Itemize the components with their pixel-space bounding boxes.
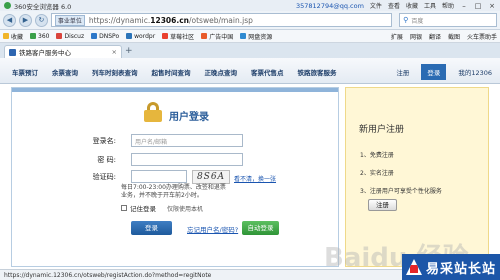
star-icon xyxy=(3,33,9,39)
logo-icon xyxy=(406,259,422,275)
bookmark-item[interactable]: 360 xyxy=(30,33,49,40)
captcha-label: 验证码: xyxy=(92,173,116,181)
login-button[interactable]: 登录 xyxy=(131,221,172,235)
screenshot-button[interactable]: 截图 xyxy=(448,32,460,41)
bookmark-item[interactable]: wordpr xyxy=(126,33,155,40)
captcha-field[interactable] xyxy=(131,170,187,183)
nav-delay-query[interactable]: 正晚点查询 xyxy=(205,67,238,77)
remember-checkbox[interactable] xyxy=(121,205,127,211)
remember-label: 记住登录 xyxy=(130,205,156,213)
search-icon: ⚲ xyxy=(403,16,409,24)
captcha-refresh-link[interactable]: 看不清，换一张 xyxy=(234,174,276,183)
search-input[interactable]: ⚲ 百度 xyxy=(399,13,497,27)
bookmark-icon xyxy=(126,33,133,39)
menu-view[interactable]: 查看 xyxy=(388,1,400,10)
list-item: 3、注册用户可享受个性化服务 xyxy=(360,188,442,195)
maximize-icon[interactable]: □ xyxy=(474,2,482,10)
tab-bar: 铁路客户服务中心 × + xyxy=(0,43,500,58)
bookmark-icon xyxy=(91,33,98,39)
nav-agent-points[interactable]: 客票代售点 xyxy=(251,67,284,77)
window-title: 360安全浏览器 6.0 xyxy=(14,2,72,11)
account-link[interactable]: 357812794@qq.com xyxy=(296,2,364,10)
nav-sale-time[interactable]: 起售时间查询 xyxy=(152,67,191,77)
forgot-password-link[interactable]: 忘记用户名/密码? xyxy=(187,224,238,234)
minimize-icon[interactable]: – xyxy=(460,2,468,10)
password-label: 密 码: xyxy=(97,156,116,164)
address-toolbar: ◀ ▶ ↻ 事业单位 https://dynamic.12306.cn/otsw… xyxy=(0,11,500,30)
logo-text: 易采站长站 xyxy=(426,261,497,277)
username-field[interactable]: 用户名/邮箱 xyxy=(131,134,243,147)
train-ticket-helper-button[interactable]: 火车票助手 xyxy=(467,32,497,41)
tab-railway-service[interactable]: 铁路客户服务中心 × xyxy=(4,45,122,58)
menu-tools[interactable]: 工具 xyxy=(424,1,436,10)
online-banking-button[interactable]: 网银 xyxy=(410,32,422,41)
nav-passenger-service[interactable]: 铁路旅客服务 xyxy=(298,67,337,77)
bookmark-item[interactable]: DNSPo xyxy=(91,33,119,40)
remember-login[interactable]: 记住登录 仅限使用本机 xyxy=(121,203,203,213)
username-label: 登录名: xyxy=(92,137,116,145)
nav-login[interactable]: 登录 xyxy=(421,64,447,80)
status-url: https://dynamic.12306.cn/otsweb/registAc… xyxy=(4,271,212,279)
bookmark-icon xyxy=(30,33,37,39)
translate-button[interactable]: 翻译 xyxy=(429,32,441,41)
refresh-button[interactable]: ↻ xyxy=(34,13,48,27)
back-button[interactable]: ◀ xyxy=(3,13,16,27)
register-button[interactable]: 注册 xyxy=(368,199,397,211)
bookmark-icon xyxy=(162,33,169,39)
forward-button[interactable]: ▶ xyxy=(18,13,32,27)
bookmark-item[interactable]: Discuz xyxy=(56,33,84,40)
bookmark-icon xyxy=(56,33,63,39)
tab-title: 铁路客户服务中心 xyxy=(19,49,71,57)
list-item: 1、免费注册 xyxy=(360,152,394,159)
menu-favorites[interactable]: 收藏 xyxy=(406,1,418,10)
auto-login-button[interactable]: 自动登录 xyxy=(242,221,279,235)
bookmark-icon xyxy=(201,33,208,39)
browser-logo-icon xyxy=(4,2,11,9)
address-input[interactable]: 事业单位 https://dynamic.12306.cn/otsweb/mai… xyxy=(50,13,393,27)
password-field[interactable] xyxy=(131,153,243,166)
search-placeholder: 百度 xyxy=(411,17,424,25)
favicon-icon xyxy=(9,48,16,56)
bookmarks-bar: 收藏 360 Discuz DNSPo wordpr 草莓社区 广告中国 网盘资… xyxy=(0,30,500,43)
remember-note: 仅限使用本机 xyxy=(167,205,204,213)
menu-help[interactable]: 帮助 xyxy=(442,1,454,10)
lock-icon xyxy=(143,102,163,122)
close-window-icon[interactable]: × xyxy=(488,2,496,10)
menu-file[interactable]: 文件 xyxy=(370,1,382,10)
page-content: 车票预订 余票查询 列车时刻表查询 起售时间查询 正晚点查询 客票代售点 铁路旅… xyxy=(0,58,500,269)
url-text: https://dynamic.12306.cn/otsweb/main.jsp xyxy=(88,15,253,25)
bookmark-item[interactable]: 收藏 xyxy=(3,32,23,41)
list-item: 2、实名注册 xyxy=(360,170,394,177)
captcha-image[interactable]: 8S6A xyxy=(192,170,230,184)
login-title: 用户登录 xyxy=(169,112,209,123)
nav-timetable[interactable]: 列车时刻表查询 xyxy=(92,67,138,77)
bookmark-icon xyxy=(240,33,247,39)
bookmark-item[interactable]: 草莓社区 xyxy=(162,32,194,41)
nav-ticket-booking[interactable]: 车票预订 xyxy=(12,67,38,77)
nav-my-12306[interactable]: 我的12306 xyxy=(458,67,492,77)
new-tab-button[interactable]: + xyxy=(125,46,133,56)
site-type-badge: 事业单位 xyxy=(54,14,85,26)
bookmark-item[interactable]: 广告中国 xyxy=(201,32,233,41)
site-nav: 车票预订 余票查询 列车时刻表查询 起售时间查询 正晚点查询 客票代售点 铁路旅… xyxy=(0,58,500,84)
close-tab-icon[interactable]: × xyxy=(112,48,117,56)
service-hours-hint: 每日7:00-23:00办理购票、改签和退票业务，并不晚于开车前2小时。 xyxy=(121,184,226,199)
register-steps: 1、免费注册 2、实名注册 3、注册用户可享受个性化服务 xyxy=(360,150,442,204)
nav-register[interactable]: 注册 xyxy=(396,67,409,77)
site-watermark-logo: 易采站长站 xyxy=(402,254,500,280)
title-bar: 360安全浏览器 6.0 357812794@qq.com 文件 查看 收藏 工… xyxy=(0,0,500,11)
bookmark-item[interactable]: 网盘资源 xyxy=(240,32,272,41)
nav-remaining-tickets[interactable]: 余票查询 xyxy=(52,67,78,77)
register-title: 新用户注册 xyxy=(359,125,405,135)
extensions-button[interactable]: 扩展 xyxy=(391,32,403,41)
